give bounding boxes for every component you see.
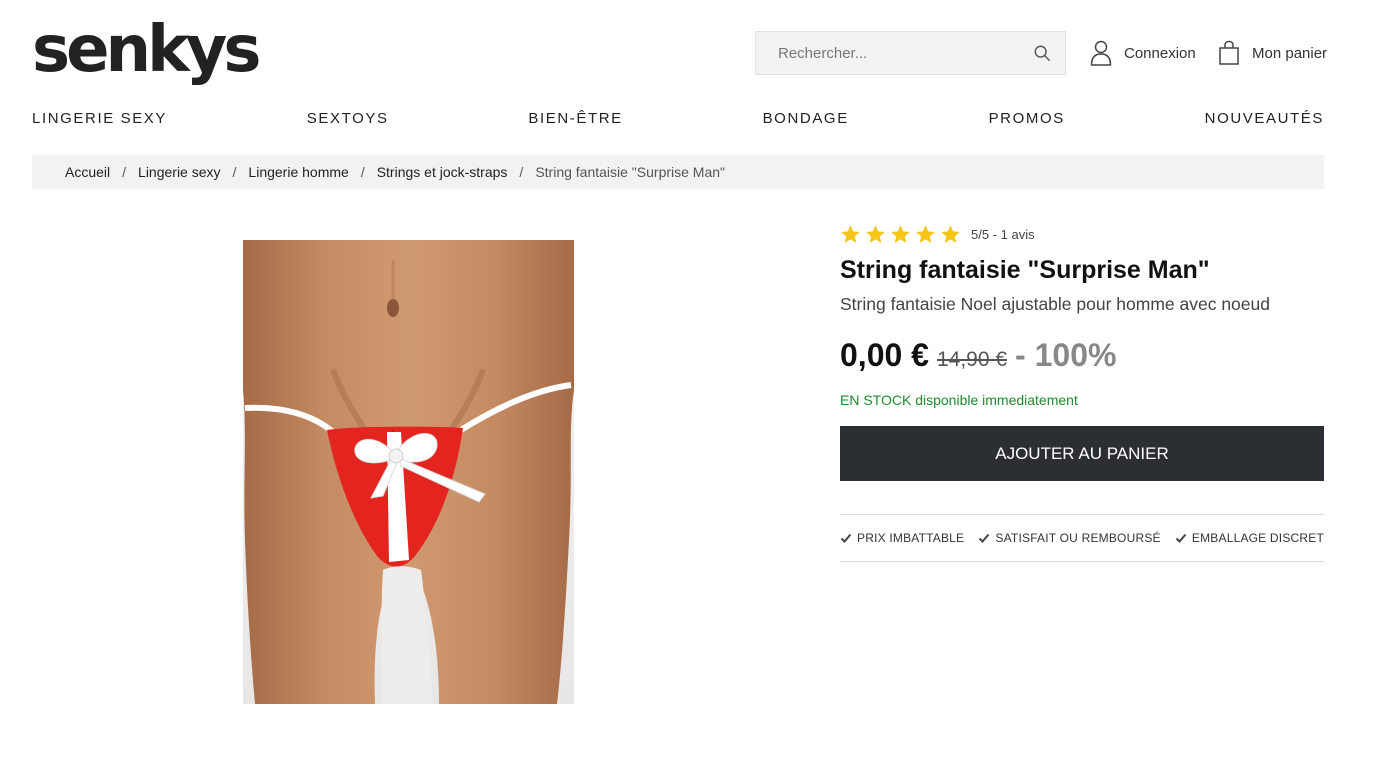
- product-rating[interactable]: 5/5 - 1 avis: [840, 222, 1324, 246]
- nav-item-promos[interactable]: PROMOS: [989, 110, 1065, 127]
- check-icon: [1175, 533, 1187, 543]
- breadcrumb-separator: /: [519, 164, 524, 180]
- guarantee-label: PRIX IMBATTABLE: [857, 531, 965, 545]
- check-icon: [840, 533, 852, 543]
- breadcrumb-item[interactable]: Strings et jock-straps: [377, 164, 508, 180]
- star-icon: [866, 224, 885, 243]
- site-logo[interactable]: senkys: [32, 14, 261, 86]
- breadcrumb-separator: /: [232, 164, 237, 180]
- guarantee-label: SATISFAIT OU REMBOURSÉ: [995, 531, 1161, 545]
- nav-item-bien-etre[interactable]: BIEN-ÊTRE: [528, 110, 622, 127]
- star-icon: [941, 224, 960, 243]
- guarantee-prix-imbattable: PRIX IMBATTABLE: [840, 531, 964, 545]
- nav-item-lingerie-sexy[interactable]: LINGERIE SEXY: [32, 110, 167, 127]
- product-image[interactable]: [243, 240, 574, 704]
- guarantee-label: EMBALLAGE DISCRET: [1191, 531, 1324, 545]
- nav-item-sextoys[interactable]: SEXTOYS: [307, 110, 389, 127]
- breadcrumb-item[interactable]: Accueil: [65, 164, 110, 180]
- guarantees-bar: PRIX IMBATTABLE SATISFAIT OU REMBOURSÉ E…: [840, 514, 1324, 562]
- breadcrumb-separator: /: [360, 164, 365, 180]
- cart-label: Mon panier: [1252, 44, 1328, 62]
- cart-link[interactable]: Mon panier: [1218, 40, 1327, 66]
- search-icon[interactable]: [1033, 44, 1051, 62]
- nav-item-bondage[interactable]: BONDAGE: [763, 110, 849, 127]
- product-title: String fantaisie "Surprise Man": [840, 256, 1210, 284]
- price-row: 0,00 € 14,90 € - 100%: [840, 337, 1324, 374]
- old-price: 14,90 €: [936, 348, 1008, 371]
- current-price: 0,00 €: [840, 337, 929, 373]
- check-icon: [979, 533, 990, 543]
- search-bar[interactable]: [755, 31, 1066, 75]
- account-label: Connexion: [1124, 44, 1196, 62]
- user-icon: [1090, 40, 1112, 66]
- product-info: 5/5 - 1 avis String fantaisie "Surprise …: [840, 222, 1324, 562]
- add-to-cart-button[interactable]: AJOUTER AU PANIER: [840, 426, 1324, 481]
- breadcrumb-separator: /: [122, 164, 127, 180]
- breadcrumb-item[interactable]: Lingerie homme: [248, 164, 348, 180]
- product-photo: [243, 240, 574, 704]
- breadcrumb: Accueil / Lingerie sexy / Lingerie homme…: [32, 155, 1324, 189]
- product-subtitle: String fantaisie Noel ajustable pour hom…: [840, 294, 1270, 314]
- star-icon: [891, 224, 910, 243]
- guarantee-emballage-discret: EMBALLAGE DISCRET: [1175, 531, 1324, 545]
- main-nav: LINGERIE SEXY SEXTOYS BIEN-ÊTRE BONDAGE …: [32, 110, 1324, 127]
- account-link[interactable]: Connexion: [1090, 40, 1196, 66]
- search-input[interactable]: [778, 44, 1033, 62]
- rating-stars: [840, 224, 961, 245]
- guarantee-satisfait-rembourse: SATISFAIT OU REMBOURSÉ: [978, 531, 1161, 545]
- nav-item-nouveautes[interactable]: NOUVEAUTÉS: [1205, 110, 1324, 127]
- breadcrumb-item[interactable]: Lingerie sexy: [138, 164, 221, 180]
- breadcrumb-current: String fantaisie "Surprise Man": [535, 164, 726, 180]
- discount-badge: - 100%: [1015, 337, 1117, 373]
- star-icon: [916, 224, 935, 243]
- stock-status: EN STOCK disponible immediatement: [840, 392, 1078, 408]
- star-icon: [841, 224, 860, 243]
- shopping-bag-icon: [1219, 40, 1239, 65]
- rating-text[interactable]: 5/5 - 1 avis: [971, 227, 1035, 242]
